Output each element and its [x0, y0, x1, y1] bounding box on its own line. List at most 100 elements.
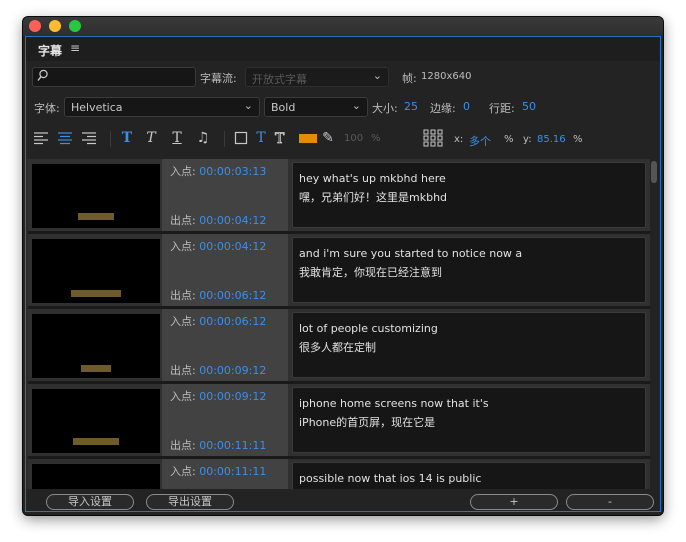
caption-line-2: 我敢肯定，你现在已经注意到 — [299, 266, 442, 279]
font-label: 字体: — [34, 102, 60, 115]
x-value[interactable]: 多个 — [469, 133, 491, 149]
stream-dropdown[interactable]: 开放式字幕 ⌄ — [245, 67, 389, 87]
edge-value[interactable]: 0 — [463, 100, 470, 113]
align-left-button[interactable] — [32, 129, 50, 147]
close-window-button[interactable] — [29, 20, 41, 32]
caption-times: 入点: 00:00:09:12 出点: 00:00:11:11 — [162, 384, 288, 456]
opacity-unit: % — [371, 133, 381, 144]
zoom-window-button[interactable] — [69, 20, 81, 32]
caption-thumbnail — [32, 239, 160, 303]
out-point-value[interactable]: 00:00:11:11 — [199, 439, 266, 452]
out-point: 出点: 00:00:06:12 — [170, 287, 266, 303]
opacity-value: 100 — [344, 133, 364, 144]
edge-label: 边缘: — [430, 102, 456, 115]
caption-list: 入点: 00:00:03:13 出点: 00:00:04:12 hey what… — [26, 159, 652, 489]
in-point-value[interactable]: 00:00:11:11 — [199, 465, 266, 478]
position-grid-icon — [423, 129, 443, 147]
align-right-button[interactable] — [80, 129, 98, 147]
in-point: 入点: 00:00:11:11 — [170, 463, 266, 479]
toolbar-divider — [110, 131, 111, 147]
caption-list-scrollbar[interactable] — [650, 159, 658, 489]
in-point-value[interactable]: 00:00:04:12 — [199, 240, 266, 253]
caption-row[interactable]: 入点: 00:00:11:11 possible now that ios 14… — [28, 459, 651, 489]
minimize-window-button[interactable] — [49, 20, 61, 32]
out-point-label: 出点: — [170, 364, 196, 377]
outline-text-button[interactable]: T — [272, 129, 290, 147]
in-point-label: 入点: — [170, 315, 196, 328]
panel-title: 字幕 — [38, 44, 63, 58]
caption-row[interactable]: 入点: 00:00:04:12 出点: 00:00:06:12 and i'm … — [28, 234, 651, 309]
x-unit: % — [504, 134, 514, 145]
in-point-value[interactable]: 00:00:06:12 — [199, 315, 266, 328]
out-point: 出点: 00:00:11:11 — [170, 437, 266, 453]
search-icon — [37, 69, 48, 81]
caption-times: 入点: 00:00:04:12 出点: 00:00:06:12 — [162, 234, 288, 306]
eyedropper-icon[interactable]: ✎ — [320, 129, 336, 147]
out-point-value[interactable]: 00:00:09:12 — [199, 364, 266, 377]
caption-row[interactable]: 入点: 00:00:09:12 出点: 00:00:11:11 iphone h… — [28, 384, 651, 459]
align-center-icon — [58, 132, 72, 145]
caption-row[interactable]: 入点: 00:00:03:13 出点: 00:00:04:12 hey what… — [28, 159, 651, 234]
caption-text-field[interactable]: hey what's up mkbhd here 嘿，兄弟们好！这里是mkbhd — [292, 162, 646, 228]
caption-line-2: 很多人都在定制 — [299, 341, 376, 354]
toolbar-divider — [224, 131, 225, 147]
in-point-label: 入点: — [170, 390, 196, 403]
text-outline-icon: T — [275, 131, 286, 146]
caption-row[interactable]: 入点: 00:00:06:12 出点: 00:00:09:12 lot of p… — [28, 309, 651, 384]
export-settings-button[interactable]: 导出设置 — [146, 494, 234, 510]
font-style-dropdown[interactable]: Bold ⌄ — [264, 97, 368, 117]
in-point: 入点: 00:00:09:12 — [170, 388, 266, 404]
caption-preview — [71, 290, 121, 297]
search-input[interactable] — [32, 67, 196, 87]
stream-value: 开放式字幕 — [252, 73, 307, 86]
italic-icon[interactable]: T — [142, 129, 160, 147]
caption-text-field[interactable]: and i'm sure you started to notice now a… — [292, 237, 646, 303]
stream-label: 字幕流: — [200, 72, 237, 85]
out-point-value[interactable]: 00:00:06:12 — [199, 289, 266, 302]
font-family-dropdown[interactable]: Helvetica ⌄ — [64, 97, 260, 117]
caption-thumbnail — [32, 164, 160, 228]
caption-line-1: lot of people customizing — [299, 322, 438, 335]
hamburger-icon[interactable]: ≡ — [70, 41, 80, 55]
music-note-icon[interactable]: ♫ — [194, 129, 212, 147]
caption-times: 入点: 00:00:11:11 — [162, 459, 288, 489]
scrollbar-thumb[interactable] — [651, 161, 657, 183]
swatch-fill — [299, 133, 317, 143]
import-settings-button[interactable]: 导入设置 — [46, 494, 134, 510]
align-right-icon — [82, 132, 96, 145]
text-color-icon[interactable]: T — [252, 129, 270, 147]
caption-text-field[interactable]: iphone home screens now that it's iPhone… — [292, 387, 646, 453]
out-point: 出点: 00:00:04:12 — [170, 212, 266, 228]
color-swatch[interactable] — [298, 129, 318, 147]
caption-line-1: possible now that ios 14 is public — [299, 472, 482, 485]
caption-text-field[interactable]: possible now that ios 14 is public — [292, 462, 646, 489]
out-point-value[interactable]: 00:00:04:12 — [199, 214, 266, 227]
chevron-down-icon: ⌄ — [372, 69, 382, 82]
box-icon — [234, 131, 248, 145]
add-caption-button[interactable]: + — [470, 494, 558, 510]
in-point-value[interactable]: 00:00:03:13 — [199, 165, 266, 178]
bold-icon[interactable]: T — [118, 129, 136, 147]
x-label: x: — [454, 134, 464, 145]
out-point: 出点: 00:00:09:12 — [170, 362, 266, 378]
caption-thumbnail — [32, 314, 160, 378]
in-point-value[interactable]: 00:00:09:12 — [199, 390, 266, 403]
caption-times: 入点: 00:00:03:13 出点: 00:00:04:12 — [162, 159, 288, 231]
svg-text:T: T — [275, 131, 285, 146]
y-value[interactable]: 85.16 — [537, 134, 566, 145]
in-point: 入点: 00:00:04:12 — [170, 238, 266, 254]
underline-icon[interactable]: T — [168, 129, 186, 147]
align-center-button[interactable] — [56, 129, 74, 147]
font-family-value: Helvetica — [71, 101, 123, 114]
in-point-label: 入点: — [170, 240, 196, 253]
caption-preview — [81, 365, 111, 372]
caption-text-field[interactable]: lot of people customizing 很多人都在定制 — [292, 312, 646, 378]
position-grid-button[interactable] — [422, 129, 444, 147]
frame-value: 1280x640 — [421, 71, 472, 82]
line-spacing-value[interactable]: 50 — [522, 100, 536, 113]
remove-caption-button[interactable]: - — [566, 494, 654, 510]
size-value[interactable]: 25 — [404, 100, 418, 113]
size-label: 大小: — [372, 102, 398, 115]
caption-line-2: iPhone的首页屏，现在它是 — [299, 416, 436, 429]
background-box-button[interactable] — [232, 129, 250, 147]
